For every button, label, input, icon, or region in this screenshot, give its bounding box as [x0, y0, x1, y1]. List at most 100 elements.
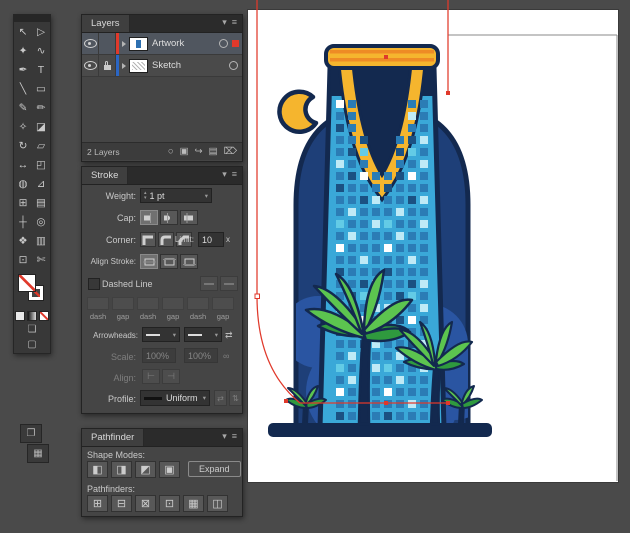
limit-field[interactable]: 10 — [198, 232, 224, 247]
eraser-tool[interactable]: ◪ — [32, 117, 50, 136]
fill-swatch[interactable] — [18, 274, 36, 292]
lock-toggle[interactable] — [99, 55, 116, 76]
pencil-tool[interactable]: ✏ — [32, 98, 50, 117]
target-icon[interactable] — [229, 61, 238, 70]
direct-selection-tool[interactable]: ▷ — [32, 22, 50, 41]
expand-triangle-icon[interactable] — [122, 40, 126, 47]
tools-panel-grip[interactable] — [14, 15, 50, 22]
corner-miter-button[interactable] — [140, 232, 156, 247]
cap-projecting-button[interactable] — [180, 210, 198, 225]
tab-layers[interactable]: Layers — [82, 15, 130, 32]
dropdown-icon[interactable]: ▾ — [203, 394, 206, 402]
color-button[interactable] — [15, 311, 25, 321]
selection-indicator[interactable] — [232, 40, 239, 47]
merge-button[interactable]: ⊠ — [135, 495, 156, 512]
outline-button[interactable]: ▦ — [183, 495, 204, 512]
lasso-tool[interactable]: ∿ — [32, 41, 50, 60]
collapse-icon[interactable]: ▾ — [222, 170, 227, 184]
align-stroke-center-button[interactable] — [140, 254, 158, 269]
selection-tool[interactable]: ↖ — [14, 22, 32, 41]
screen-mode-button[interactable]: ▢ — [27, 339, 36, 350]
delete-layer-icon[interactable]: ⌦ — [224, 147, 237, 157]
target-icon[interactable] — [219, 39, 228, 48]
clipping-mask-icon[interactable]: ▣ — [180, 147, 189, 157]
column-graph-tool[interactable]: ▥ — [32, 231, 50, 250]
align-stroke-inside-button[interactable] — [160, 254, 178, 269]
magic-wand-tool[interactable]: ✦ — [14, 41, 32, 60]
cap-round-button[interactable] — [160, 210, 178, 225]
perspective-grid-tool[interactable]: ⊿ — [32, 174, 50, 193]
panel-menu-icon[interactable]: ≡ — [232, 170, 237, 184]
line-segment-tool[interactable]: ╲ — [14, 79, 32, 98]
expand-button[interactable]: Expand — [188, 461, 241, 477]
free-transform-tool[interactable]: ◰ — [32, 155, 50, 174]
divide-button[interactable]: ⊞ — [87, 495, 108, 512]
tab-stroke[interactable]: Stroke — [82, 167, 129, 184]
unite-button[interactable]: ◧ — [87, 461, 108, 478]
artboard-tool[interactable]: ⊡ — [14, 250, 32, 269]
slice-tool[interactable]: ✄ — [32, 250, 50, 269]
locate-object-icon[interactable]: ○ — [168, 147, 174, 157]
rectangle-tool[interactable]: ▭ — [32, 79, 50, 98]
layer-row-artwork[interactable]: Artwork — [82, 33, 242, 55]
scale-tool[interactable]: ▱ — [32, 136, 50, 155]
draw-mode-button[interactable]: ❏ — [28, 324, 37, 335]
dropdown-icon[interactable]: ▾ — [205, 192, 208, 200]
collapse-icon[interactable]: ▾ — [222, 18, 227, 32]
paintbrush-tool[interactable]: ✎ — [14, 98, 32, 117]
step-down-icon[interactable]: ▾ — [144, 195, 147, 201]
arrowhead-end-select[interactable]: ▾ — [184, 327, 222, 342]
pathfinder-panel: Pathfinder ▾ ≡ Shape Modes: ◧ ◨ ◩ ▣ Expand … — [81, 428, 243, 517]
layer-name[interactable]: Artwork — [152, 38, 184, 49]
blend-tool[interactable]: ◎ — [32, 212, 50, 231]
shaper-tool[interactable]: ✧ — [14, 117, 32, 136]
crescent-moon — [277, 89, 319, 134]
shape-builder-tool[interactable]: ◍ — [14, 174, 32, 193]
swap-arrowheads-icon[interactable]: ⇄ — [225, 330, 237, 341]
rotate-tool[interactable]: ↻ — [14, 136, 32, 155]
gradient-tool[interactable]: ▤ — [32, 193, 50, 212]
pen-tool[interactable]: ✒ — [14, 60, 32, 79]
new-layer-icon[interactable]: ▤ — [209, 147, 218, 157]
none-button[interactable] — [39, 311, 49, 321]
exclude-button[interactable]: ▣ — [159, 461, 180, 478]
align-stroke-outside-button[interactable] — [180, 254, 198, 269]
gradient-button[interactable] — [27, 311, 37, 321]
canvas-area[interactable] — [247, 0, 630, 533]
new-sublayer-icon[interactable]: ↪ — [195, 147, 203, 157]
dash-value-field — [187, 297, 209, 310]
layer-thumbnail[interactable] — [129, 36, 148, 51]
visibility-toggle[interactable] — [82, 33, 99, 54]
dock-panel-icon[interactable]: ❐ — [20, 424, 42, 443]
tab-pathfinder[interactable]: Pathfinder — [82, 429, 145, 446]
dock-grid-icon[interactable]: ▦ — [27, 444, 49, 463]
trim-button[interactable]: ⊟ — [111, 495, 132, 512]
symbol-sprayer-tool[interactable]: ❖ — [14, 231, 32, 250]
lock-toggle[interactable] — [99, 33, 116, 54]
flip-along-icon: ⇄ — [217, 393, 224, 403]
dropdown-icon[interactable]: ▾ — [215, 331, 218, 339]
eyedropper-tool[interactable]: ┼ — [14, 212, 32, 231]
panel-menu-icon[interactable]: ≡ — [232, 432, 237, 446]
collapse-icon[interactable]: ▾ — [222, 432, 227, 446]
minus-front-button[interactable]: ◨ — [111, 461, 132, 478]
layer-thumbnail[interactable] — [129, 58, 148, 73]
width-tool[interactable]: ↔ — [14, 155, 32, 174]
crop-button[interactable]: ⊡ — [159, 495, 180, 512]
mesh-tool[interactable]: ⊞ — [14, 193, 32, 212]
profile-select[interactable]: Uniform ▾ — [140, 390, 210, 406]
expand-triangle-icon[interactable] — [122, 62, 126, 69]
intersect-button[interactable]: ◩ — [135, 461, 156, 478]
dashed-line-checkbox[interactable] — [88, 278, 100, 290]
visibility-toggle[interactable] — [82, 55, 99, 76]
dropdown-icon[interactable]: ▾ — [173, 331, 176, 339]
type-tool[interactable]: T — [32, 60, 50, 79]
panel-menu-icon[interactable]: ≡ — [232, 18, 237, 32]
weight-field[interactable]: ▴ ▾ 1 pt ▾ — [140, 188, 212, 203]
layer-row-sketch[interactable]: Sketch — [82, 55, 242, 77]
cap-butt-button[interactable] — [140, 210, 158, 225]
minus-back-button[interactable]: ◫ — [207, 495, 228, 512]
arrowhead-start-select[interactable]: ▾ — [142, 327, 180, 342]
layer-name[interactable]: Sketch — [152, 60, 181, 71]
artwork-illustration — [254, 0, 618, 481]
